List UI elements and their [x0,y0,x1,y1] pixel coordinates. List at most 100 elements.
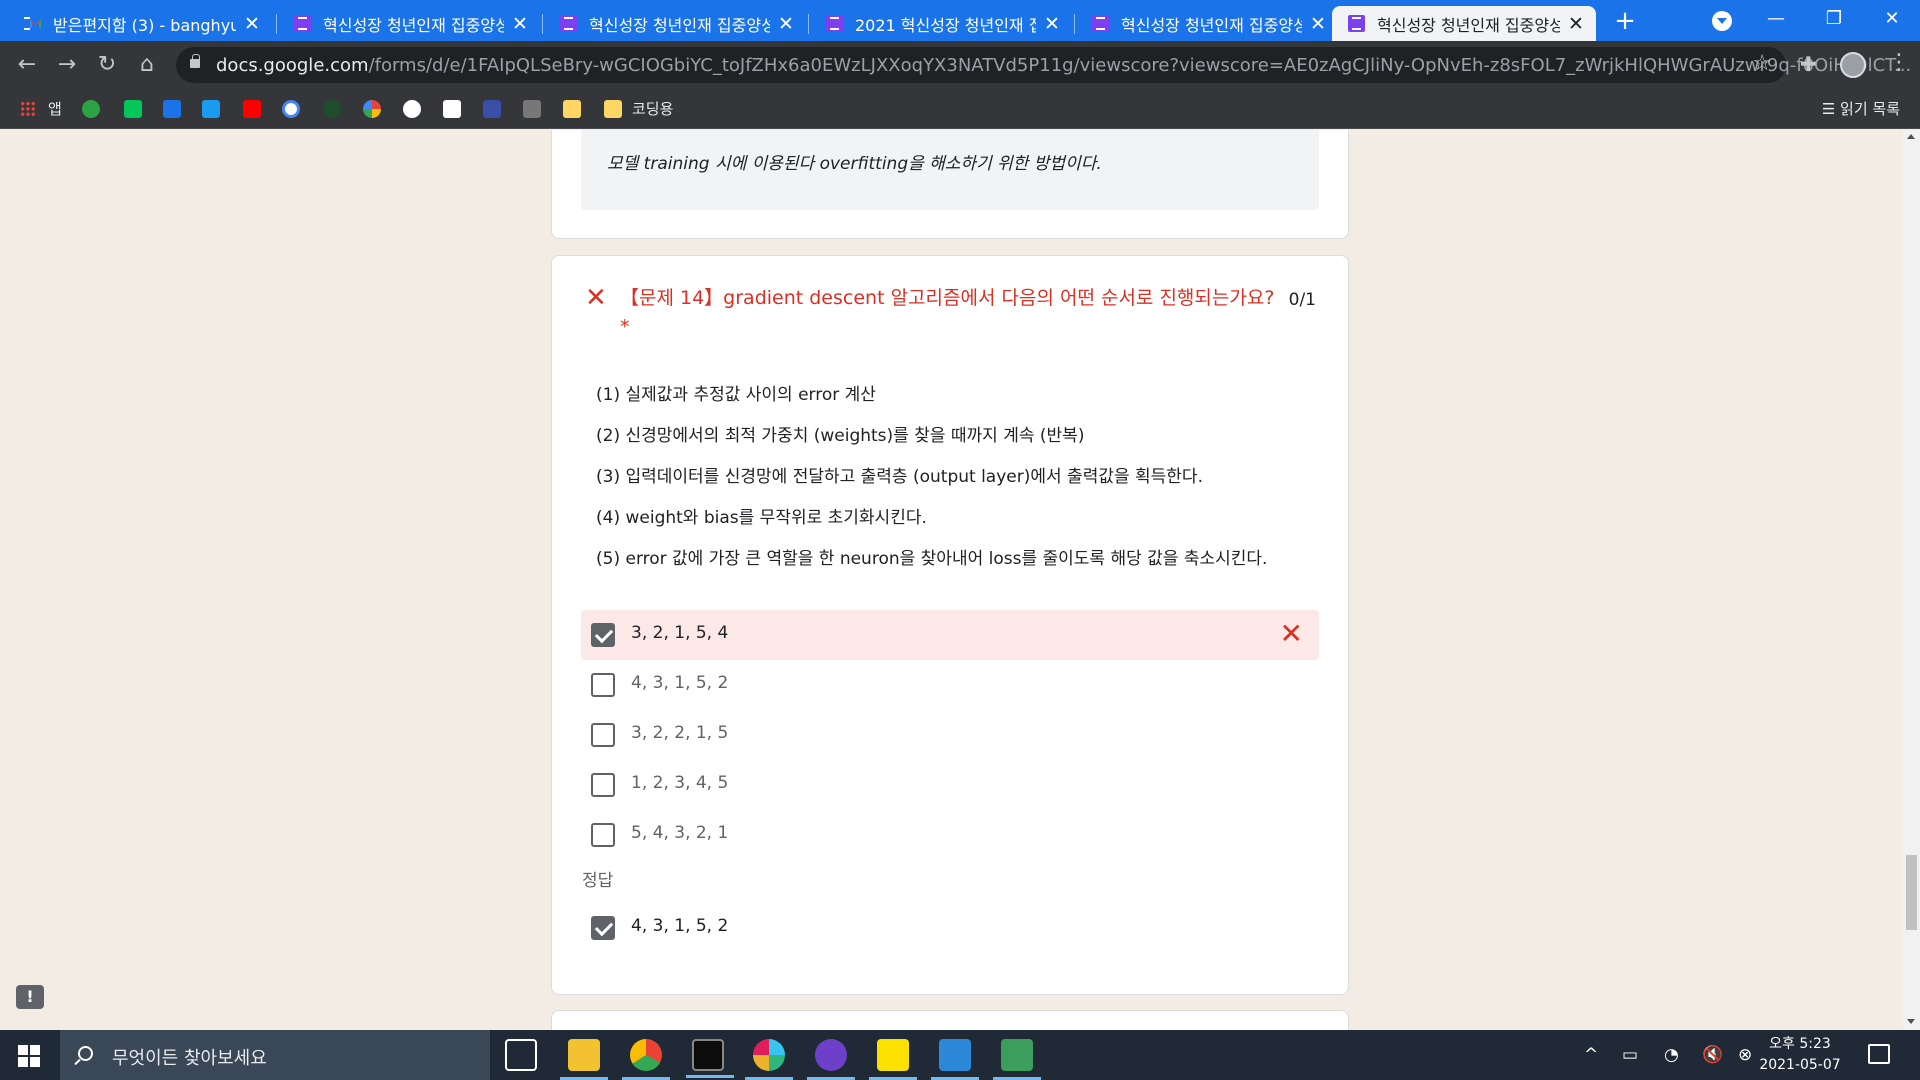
scroll-up-icon[interactable] [1907,134,1915,139]
checkbox-checked[interactable] [591,623,615,647]
close-icon[interactable]: ✕ [1566,13,1586,35]
tab-title: 받은편지함 (3) - banghyun [53,15,236,35]
correct-answer: 4, 3, 1, 5, 2 [581,903,1319,953]
battery-icon[interactable]: ▭ [1622,1045,1638,1065]
feedback-icon[interactable]: ! [16,985,44,1009]
photos-icon[interactable] [363,100,381,118]
volume-muted-icon[interactable]: 🔇 [1702,1045,1723,1065]
back-icon[interactable]: ← [12,50,42,80]
bookmark-apps-label[interactable]: 앱 [48,98,62,119]
bookmark-icon[interactable] [443,100,461,118]
tab-title: 2021 혁신성장 청년인재 집 [855,15,1036,35]
bookmark-folder-label[interactable]: 코딩용 [632,98,673,119]
page-scrollbar[interactable] [1903,130,1920,1030]
tab-forms-active[interactable]: 혁신성장 청년인재 집중양성 ✕ [1332,6,1596,41]
kakaotalk-icon[interactable] [869,1039,917,1080]
close-icon[interactable]: ✕ [510,13,530,35]
close-icon[interactable]: ✕ [1042,13,1062,35]
option[interactable]: 1, 2, 3, 4, 5 [581,760,1319,810]
option[interactable]: 5, 4, 3, 2, 1 [581,810,1319,860]
folder-icon[interactable] [604,100,622,118]
github-icon[interactable] [403,100,421,118]
close-icon[interactable]: ✕ [776,13,796,35]
home-icon[interactable]: ⌂ [132,50,162,80]
new-tab-button[interactable]: + [1610,6,1640,36]
address-bar[interactable]: docs.google.com/forms/d/e/1FAIpQLSeBry-w… [176,47,1911,83]
tab-gmail[interactable]: 받은편지함 (3) - banghyun ✕ [8,6,272,41]
bookmarks-bar: 앱 코딩용 ☰ 읽기 목록 [0,89,1920,129]
incorrect-icon: ✕ [585,283,607,313]
forms-icon [560,15,577,32]
naver-icon[interactable] [124,100,142,118]
option-label: 4, 3, 1, 5, 2 [631,673,729,693]
url-text[interactable]: docs.google.com/forms/d/e/1FAIpQLSeBry-w… [216,55,1911,76]
tab-title: 혁신성장 청년인재 집중양성 [1121,15,1302,35]
clock-time: 오후 5:23 [1769,1036,1831,1052]
forms-icon [1092,15,1109,32]
checkbox[interactable] [591,823,615,847]
reading-list-icon: ☰ [1821,100,1841,118]
restore-icon[interactable]: ❐ [1814,4,1854,34]
taskbar-search-placeholder: 무엇이든 찾아보세요 [112,1048,267,1069]
wifi-icon[interactable]: ◔ [1664,1045,1679,1065]
photos-app-icon[interactable] [931,1039,979,1080]
slack-icon[interactable] [745,1039,793,1080]
tab-forms[interactable]: 혁신성장 청년인재 집중양성 ✕ [278,6,540,41]
chrome-icon[interactable] [622,1039,670,1080]
close-icon[interactable]: ✕ [1308,13,1328,35]
app-icon[interactable] [993,1039,1041,1080]
option-label: 1, 2, 3, 4, 5 [631,773,729,793]
bookmark-icon[interactable] [523,100,541,118]
checkbox-checked [591,916,615,940]
windows-start-icon[interactable] [18,1045,40,1067]
more-menu-icon[interactable]: ⋮ [1888,50,1910,75]
avatar[interactable] [1840,52,1866,78]
bookmark-star-icon[interactable]: ☆ [1752,51,1772,76]
tab-forms[interactable]: 2021 혁신성장 청년인재 집 ✕ [810,6,1072,41]
description-line: (5) error 값에 가장 큰 역할을 한 neuron을 찾아내어 los… [596,549,1268,569]
bookmark-icon[interactable] [163,100,181,118]
taskbar: 무엇이든 찾아보세요 ^ ▭ ◔ 🔇 ⊗ 오후 5:23 2021-05-07 [0,1030,1920,1080]
tab-title: 혁신성장 청년인재 집중양성 [589,15,770,35]
bookmark-icon[interactable] [82,100,100,118]
option[interactable]: 3, 2, 2, 1, 5 [581,710,1319,760]
option[interactable]: 4, 3, 1, 5, 2 [581,660,1319,710]
browser-toolbar: ← → ↻ ⌂ docs.google.com/forms/d/e/1FAIpQ… [0,41,1920,89]
github-desktop-icon[interactable] [807,1039,855,1080]
close-icon[interactable]: ✕ [242,13,262,35]
lock-icon [190,54,200,68]
bookmark-icon[interactable] [483,100,501,118]
reload-icon[interactable]: ↻ [92,50,122,80]
bookmark-icon[interactable] [202,100,220,118]
extensions-icon[interactable]: ✚ [1800,52,1817,76]
checkbox[interactable] [591,723,615,747]
tab-forms[interactable]: 혁신성장 청년인재 집중양성 ✕ [1076,6,1338,41]
taskbar-search[interactable]: 무엇이든 찾아보세요 [60,1030,490,1080]
bookmark-icon[interactable] [323,100,341,118]
notification-icon[interactable] [1868,1044,1890,1064]
google-icon[interactable] [282,100,300,118]
taskbar-clock[interactable]: 오후 5:23 2021-05-07 [1755,1034,1845,1076]
youtube-icon[interactable] [243,100,261,118]
tab-search-icon[interactable] [1712,11,1732,31]
forward-icon[interactable]: → [52,50,82,80]
checkbox[interactable] [591,773,615,797]
option-selected-wrong[interactable]: 3, 2, 1, 5, 4 ✕ [581,610,1319,660]
previous-answer-box: 모델 training 시에 이용된다 overfitting을 해소하기 위한… [581,130,1319,210]
scroll-down-icon[interactable] [1907,1019,1915,1024]
checkbox[interactable] [591,673,615,697]
reading-list-button[interactable]: ☰ 읽기 목록 [1822,98,1900,119]
previous-answer-text: 모델 training 시에 이용된다 overfitting을 해소하기 위한… [607,154,1102,174]
terminal-icon[interactable] [686,1039,734,1078]
scrollbar-thumb[interactable] [1906,855,1917,930]
file-explorer-icon[interactable] [560,1039,608,1080]
minimize-icon[interactable]: — [1756,4,1796,34]
folder-icon[interactable] [563,100,581,118]
window-close-icon[interactable]: ✕ [1872,4,1912,34]
task-view-icon[interactable] [505,1039,537,1071]
tab-forms[interactable]: 혁신성장 청년인재 집중양성 ✕ [544,6,806,41]
status-error-icon[interactable]: ⊗ [1738,1045,1752,1065]
tray-chevron-icon[interactable]: ^ [1584,1045,1598,1065]
search-icon [78,1046,93,1061]
apps-icon[interactable] [20,101,36,117]
